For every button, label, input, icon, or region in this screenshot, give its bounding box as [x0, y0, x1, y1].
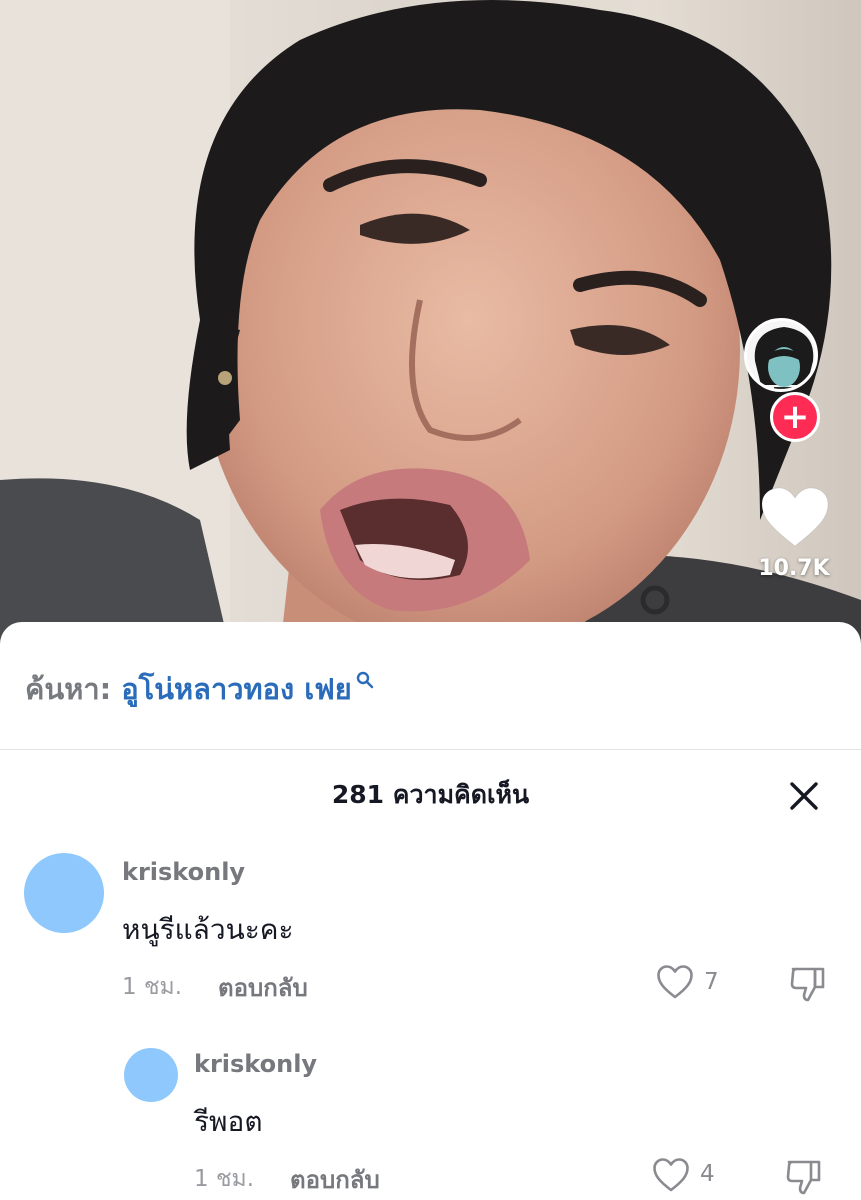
reply-button[interactable]: ตอบกลับ	[218, 968, 308, 1007]
comment-text: หนูรีแล้วนะคะ	[122, 913, 294, 946]
heart-icon[interactable]	[760, 486, 830, 548]
reply-button[interactable]: ตอบกลับ	[290, 1160, 380, 1199]
comments-count-title: 281 ความคิดเห็น	[331, 780, 530, 809]
search-prefix: ค้นหา:	[25, 672, 112, 706]
comment-text: รีพอต	[194, 1105, 263, 1138]
close-icon[interactable]	[787, 779, 821, 813]
search-suggestion[interactable]: ค้นหา: อูโน่หลาวทอง เฟย	[25, 666, 374, 712]
avatar[interactable]	[124, 1048, 178, 1102]
search-suggestion-bar[interactable]: ค้นหา: อูโน่หลาวทอง เฟย	[0, 622, 861, 750]
thumbs-down-icon[interactable]	[788, 963, 828, 1003]
video-like-count: 10.7K	[758, 556, 830, 581]
comment-time: 1 ชม.	[194, 1166, 255, 1192]
comment-like-count: 4	[700, 1161, 715, 1187]
heart-outline-icon[interactable]	[652, 1157, 690, 1193]
follow-button[interactable]: +	[770, 392, 820, 442]
comment-like-count: 7	[704, 969, 719, 995]
search-term-link[interactable]: อูโน่หลาวทอง เฟย	[121, 666, 352, 712]
comment-username[interactable]: kriskonly	[122, 858, 245, 886]
video-player[interactable]: + 10.7K	[0, 0, 861, 650]
avatar[interactable]	[24, 853, 104, 933]
thumbs-down-icon[interactable]	[784, 1156, 824, 1196]
heart-outline-icon[interactable]	[656, 964, 694, 1000]
search-icon	[356, 671, 373, 689]
comment-time: 1 ชม.	[122, 974, 183, 1000]
comment-username[interactable]: kriskonly	[194, 1050, 317, 1078]
plus-icon: +	[780, 397, 810, 437]
video-frame	[0, 0, 861, 650]
creator-avatar[interactable]	[744, 318, 818, 392]
